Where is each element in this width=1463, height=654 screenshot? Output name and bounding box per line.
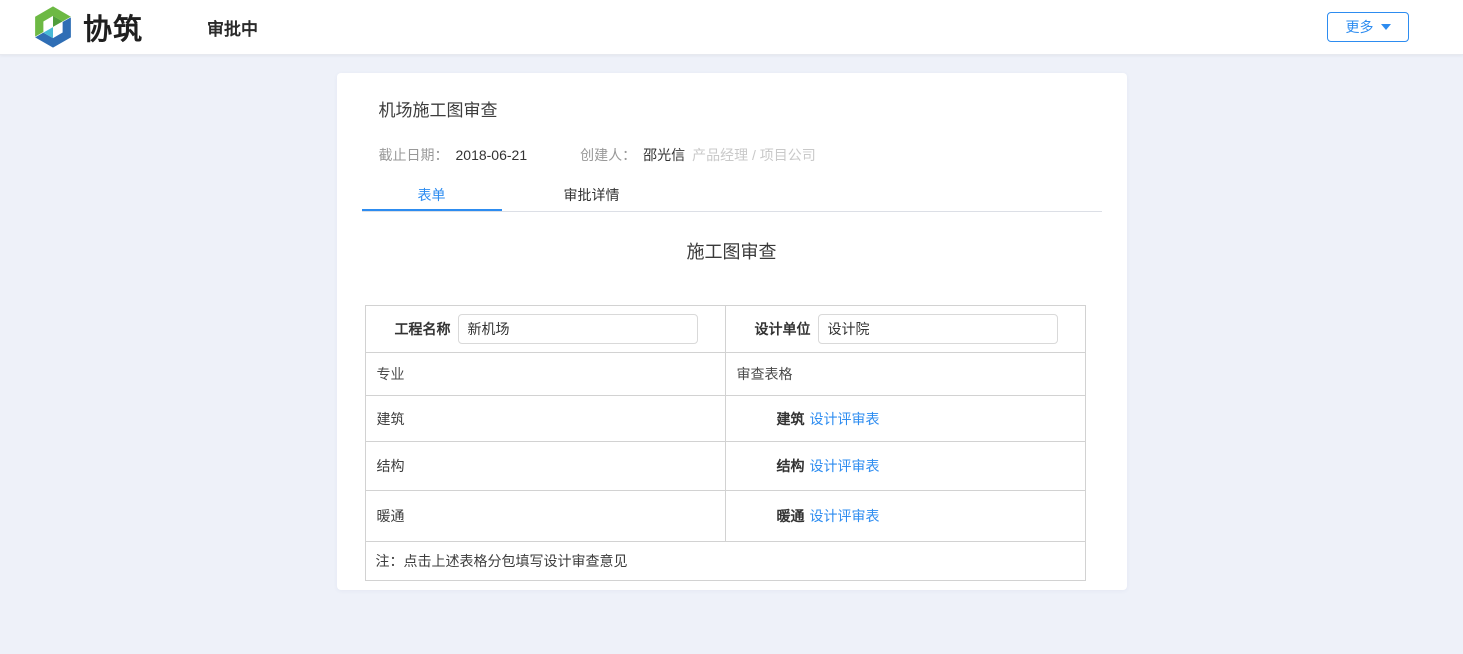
brand-name: 协筑: [83, 6, 143, 48]
more-button[interactable]: 更多: [1327, 12, 1409, 42]
approval-meta: 截止日期： 2018-06-21 创建人： 邵光信 产品经理 / 项目公司: [379, 145, 1127, 165]
tab-bar: 表单 审批详情: [362, 180, 1102, 212]
creator-name: 邵光信: [643, 145, 685, 165]
tab-approval-detail[interactable]: 审批详情: [522, 180, 662, 211]
table-row-structure: 结构 结构设计评审表: [365, 442, 1085, 491]
creator-role: 产品经理 / 项目公司: [692, 145, 816, 165]
design-unit-field: 设计单位: [726, 314, 1085, 344]
table-note-row: 注：点击上述表格分包填写设计审查意见: [365, 542, 1085, 581]
tab-form[interactable]: 表单: [362, 180, 502, 211]
form-name: 暖通: [777, 508, 805, 524]
form-name: 建筑: [777, 411, 805, 427]
creator-label: 创建人：: [580, 145, 636, 165]
design-review-link[interactable]: 设计评审表: [810, 458, 880, 474]
design-unit-input[interactable]: [818, 314, 1058, 344]
design-review-link[interactable]: 设计评审表: [810, 508, 880, 524]
table-row-architecture: 建筑 建筑设计评审表: [365, 396, 1085, 442]
form-title: 施工图审查: [337, 238, 1127, 263]
project-name-input[interactable]: [458, 314, 698, 344]
specialty-cell: 建筑: [365, 396, 725, 442]
specialty-cell: 结构: [365, 442, 725, 491]
deadline-label: 截止日期：: [379, 145, 449, 165]
column-header-review-form: 审查表格: [725, 353, 1085, 396]
page-title: 审批中: [207, 15, 258, 40]
project-name-field: 工程名称: [366, 314, 725, 344]
more-button-label: 更多: [1346, 17, 1374, 37]
column-header-specialty: 专业: [365, 353, 725, 396]
table-row-hvac: 暖通 暖通设计评审表: [365, 491, 1085, 542]
deadline-value: 2018-06-21: [456, 147, 528, 163]
table-row-fields: 工程名称 设计单位: [365, 306, 1085, 353]
design-review-link[interactable]: 设计评审表: [810, 411, 880, 427]
brand-logo-icon: [30, 5, 76, 49]
design-unit-label: 设计单位: [755, 319, 811, 339]
specialty-cell: 暖通: [365, 491, 725, 542]
approval-card: 机场施工图审查 截止日期： 2018-06-21 创建人： 邵光信 产品经理 /…: [337, 73, 1127, 590]
caret-down-icon: [1381, 24, 1391, 30]
approval-title: 机场施工图审查: [337, 73, 1127, 118]
form-name: 结构: [777, 458, 805, 474]
project-name-label: 工程名称: [395, 319, 451, 339]
table-header-row: 专业 审查表格: [365, 353, 1085, 396]
note-text: 注：点击上述表格分包填写设计审查意见: [365, 542, 1085, 581]
app-header: 协筑 审批中 更多: [0, 0, 1463, 55]
main-content: 机场施工图审查 截止日期： 2018-06-21 创建人： 邵光信 产品经理 /…: [0, 55, 1463, 654]
brand: 协筑: [30, 5, 143, 49]
review-table: 工程名称 设计单位 专业 审查表格 建筑 建筑设计评审表: [365, 305, 1086, 581]
